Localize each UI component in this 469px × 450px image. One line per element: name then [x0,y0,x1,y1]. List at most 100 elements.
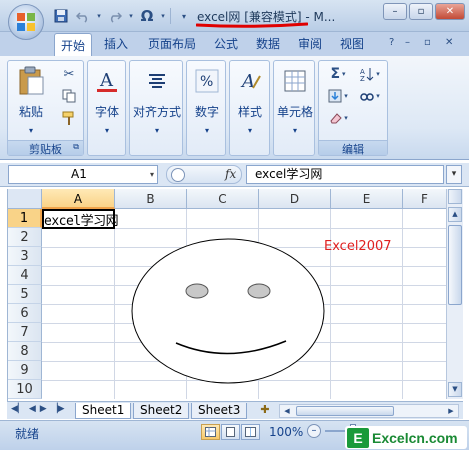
workbook-minimize-button[interactable]: – [405,37,410,48]
styles-group[interactable]: A 样式 ▾ [229,60,270,156]
column-header-c[interactable]: C [187,189,259,209]
scroll-left-button[interactable]: ◀ [280,405,294,417]
insert-function-button[interactable]: fx [225,167,236,181]
font-group[interactable]: A 字体 ▾ [87,60,126,156]
vertical-scroll-thumb[interactable] [448,225,462,305]
help-icon[interactable]: ? [389,37,394,48]
scroll-right-button[interactable]: ▶ [444,405,458,417]
sheet-tab-1[interactable]: Sheet1 [75,403,132,419]
format-painter-icon[interactable] [60,109,78,127]
tab-page-layout[interactable]: 页面布局 [148,35,196,52]
minimize-button[interactable]: – [383,3,407,20]
column-header-e[interactable]: E [331,189,403,209]
row-header-4[interactable]: 4 [8,266,42,285]
editing-group: Σ ▾ A Z ▾ ▾ ▾ ▾ 编辑 [318,60,388,156]
worksheet-grid[interactable]: A B C D E F 1 2 3 4 5 6 7 8 9 10 excel学习… [7,189,463,401]
formula-input[interactable]: excel学习网 [246,165,444,184]
row-header-6[interactable]: 6 [8,304,42,323]
row-header-5[interactable]: 5 [8,285,42,304]
cut-icon[interactable]: ✂ [60,65,78,83]
name-box-dropdown-icon[interactable]: ▾ [150,166,154,183]
zoom-level[interactable]: 100% [269,425,303,439]
number-button[interactable]: % 数字 ▾ [190,65,224,135]
fill-icon[interactable]: ▾ [325,87,351,105]
prev-sheet-icon[interactable]: ◀ [29,404,36,414]
sheet-nav: ◀▏ ◀ ▶ ▕▶ [11,404,65,414]
cells-button[interactable]: 单元格 ▾ [275,65,315,135]
cells-icon [279,65,311,97]
sort-filter-icon[interactable]: A Z ▾ [357,65,383,83]
undo-dropdown-icon[interactable]: ▾ [96,7,102,25]
normal-view-icon[interactable] [201,424,220,440]
first-sheet-icon[interactable]: ◀▏ [11,404,25,414]
next-sheet-icon[interactable]: ▶ [40,404,47,414]
formula-controls: fx [166,165,242,184]
row-header-9[interactable]: 9 [8,361,42,380]
expand-formula-bar-icon[interactable]: ▾ [446,165,462,184]
column-header-b[interactable]: B [115,189,187,209]
cells-group[interactable]: 单元格 ▾ [273,60,315,156]
name-box[interactable]: A1 ▾ [8,165,158,184]
tab-insert[interactable]: 插入 [104,35,128,52]
column-header-d[interactable]: D [259,189,331,209]
customize-toolbar-icon[interactable]: ▾ [175,7,193,25]
alignment-button[interactable]: 对齐方式 ▾ [130,65,184,135]
row-header-8[interactable]: 8 [8,342,42,361]
title-bar: ▾ ▾ Ω ▾ ▾ excel网 [兼容模式] - M... – ▫ ✕ [0,0,469,32]
clear-icon[interactable]: ▾ [325,109,351,127]
tab-formulas[interactable]: 公式 [214,35,238,52]
clipboard-launcher-icon[interactable]: ⧉ [73,142,79,152]
restore-button[interactable]: ▫ [409,3,433,20]
page-layout-view-icon[interactable] [221,424,240,440]
alignment-label: 对齐方式 [132,105,181,119]
alignment-group[interactable]: 对齐方式 ▾ [129,60,183,156]
save-icon[interactable] [52,7,70,25]
red-underline-mark [196,22,308,28]
tab-data[interactable]: 数据 [256,35,280,52]
tab-review[interactable]: 审阅 [298,35,322,52]
copy-icon[interactable] [60,87,78,105]
font-button[interactable]: A 字体 ▾ [90,65,124,135]
redo-dropdown-icon[interactable]: ▾ [128,7,134,25]
zoom-out-button[interactable]: – [307,424,321,438]
find-select-icon[interactable]: ▾ [357,87,383,105]
tab-home[interactable]: 开始 [54,33,93,57]
number-group[interactable]: % 数字 ▾ [186,60,226,156]
symbol-dropdown-icon[interactable]: ▾ [160,7,166,25]
horizontal-scrollbar[interactable]: ◀ ▶ [279,404,459,418]
column-header-a[interactable]: A [42,189,115,209]
number-label: 数字 [194,105,219,119]
workbook-close-button[interactable]: ✕ [445,37,453,48]
row-header-7[interactable]: 7 [8,323,42,342]
symbol-button[interactable]: Ω [138,7,156,25]
paste-button[interactable]: 粘贴 ▾ [14,65,48,135]
scroll-down-button[interactable]: ▼ [448,382,462,397]
row-header-10[interactable]: 10 [8,380,42,399]
formula-options-icon[interactable] [171,168,185,182]
select-all-button[interactable] [8,189,42,209]
sheet-tab-2[interactable]: Sheet2 [133,403,190,419]
last-sheet-icon[interactable]: ▕▶ [51,404,65,414]
redo-icon[interactable] [106,7,124,25]
autosum-icon[interactable]: Σ ▾ [325,65,351,83]
vertical-scrollbar[interactable]: ▲ ▼ [446,189,463,399]
sheet-tab-3[interactable]: Sheet3 [191,403,248,419]
styles-button[interactable]: A 样式 ▾ [233,65,267,135]
office-button[interactable] [8,4,44,40]
horizontal-scroll-thumb[interactable] [296,406,394,416]
split-box-icon[interactable] [448,189,462,204]
row-header-3[interactable]: 3 [8,247,42,266]
scroll-up-button[interactable]: ▲ [448,207,462,222]
workbook-restore-button[interactable]: ▫ [424,37,431,48]
page-break-view-icon[interactable] [241,424,260,440]
watermark-text: Excelcn.com [372,429,458,446]
row-header-1[interactable]: 1 [8,209,42,228]
close-button[interactable]: ✕ [435,3,465,20]
tab-view[interactable]: 视图 [340,35,364,52]
undo-icon[interactable] [74,7,92,25]
insert-sheet-icon[interactable]: ✚ [256,403,274,418]
row-header-2[interactable]: 2 [8,228,42,247]
column-header-f[interactable]: F [403,189,447,209]
view-buttons [201,424,260,440]
smiley-face-shape[interactable] [128,235,328,387]
